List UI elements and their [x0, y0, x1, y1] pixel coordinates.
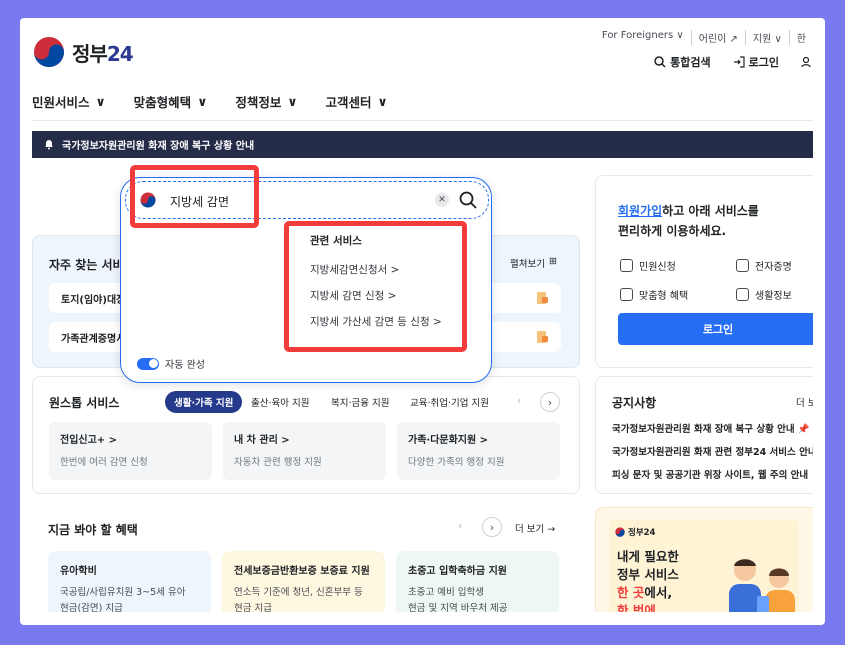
benefit-card-deposit-guarantee[interactable]: 전세보증금반환보증 보증료 지원 연소득 기준에 청년, 신혼부부 등 현금 지급: [222, 551, 385, 612]
envelope-icon: [620, 259, 633, 272]
main-navigation: 민원서비스 ∨ 맞춤형혜택 ∨ 정책정보 ∨ 고객센터 ∨: [32, 92, 388, 111]
quick-custom-benefits[interactable]: 맞춤형 혜택: [620, 287, 688, 302]
browser-frame: 정부24 For Foreigners ∨ 어린이 ↗ 지원 ∨ 한 통합검색 …: [20, 18, 825, 625]
prev-arrow-icon[interactable]: ‹: [517, 394, 521, 407]
benefits-title: 지금 봐야 할 혜택: [48, 523, 138, 537]
utility-foreigners[interactable]: For Foreigners ∨: [595, 30, 691, 45]
nav-divider: [32, 120, 813, 121]
search-input[interactable]: 지방세 감면 ✕: [125, 181, 489, 219]
tab-childbirth[interactable]: 출산·육아 지원: [251, 395, 309, 409]
promo-text: 내게 필요한 정부 서비스 한 곳에서, 한 번에: [617, 549, 679, 612]
page: 정부24 For Foreigners ∨ 어린이 ↗ 지원 ∨ 한 통합검색 …: [32, 30, 813, 612]
prev-arrow-icon[interactable]: ‹: [458, 519, 462, 532]
benefit-card-school-entry[interactable]: 초중고 입학축하금 지원 초중고 예비 입학생 현금 및 지역 바우처 제공: [396, 551, 559, 612]
user-plus-icon: [801, 56, 811, 68]
related-services-title: 관련 서비스: [310, 235, 362, 247]
promo-illustration: 정부24 내게 필요한 정부 서비스 한 곳에서, 한 번에: [609, 520, 799, 612]
taegeuk-logo-icon: [140, 192, 156, 208]
utility-kids[interactable]: 어린이 ↗: [690, 30, 745, 45]
taegeuk-logo-icon: [34, 37, 64, 67]
onestop-card-car[interactable]: 내 차 관리 > 자동차 관련 행정 지원: [223, 422, 386, 480]
member-message: 회원가입하고 아래 서비스를 편리하게 이용하세요.: [618, 204, 759, 238]
search-icon[interactable]: [458, 190, 478, 210]
gift-icon: [620, 288, 633, 301]
search-value: 지방세 감면: [170, 195, 230, 209]
benefits-section: 지금 봐야 할 혜택 ‹ › 더 보기 → 유아학비 국공립/사립유치원 3~5…: [32, 507, 580, 612]
chevron-right-icon: ›: [547, 395, 553, 409]
chevron-down-icon: ∨: [287, 94, 298, 109]
logo-text: 정부24: [72, 41, 134, 66]
header-login-button[interactable]: 로그인: [733, 54, 779, 70]
grid-icon: ⊞: [548, 256, 557, 267]
promo-logo: 정부24: [615, 526, 655, 538]
bookmark-icon: [736, 288, 749, 301]
clear-search-button[interactable]: ✕: [435, 193, 449, 207]
nav-customer-center[interactable]: 고객센터 ∨: [326, 92, 388, 111]
signup-link[interactable]: 회원가입: [618, 204, 662, 218]
related-item-local-tax-penalty-reduction[interactable]: 지방세 가산세 감면 등 신청 >: [310, 314, 442, 329]
notices-card: 공지사항 더 보 국가정보자원관리원 화재 장애 복구 상황 안내 📌 국가정보…: [595, 376, 813, 494]
onestop-title: 원스톱 서비스: [49, 396, 120, 410]
site-logo[interactable]: 정부24: [33, 36, 134, 68]
chevron-down-icon: ∨: [197, 94, 208, 109]
member-box: 회원가입하고 아래 서비스를 편리하게 이용하세요. 민원신청 전자증명 맞춤형…: [595, 175, 813, 368]
notices-title: 공지사항: [612, 396, 657, 410]
utility-support[interactable]: 지원 ∨: [744, 30, 789, 45]
close-icon: ✕: [438, 195, 446, 205]
tab-welfare-finance[interactable]: 복지·금융 지원: [331, 395, 389, 409]
quick-life-info[interactable]: 생활정보: [736, 287, 792, 302]
onestop-card-move-in[interactable]: 전입신고+ > 한번에 여러 감면 신청: [49, 422, 212, 480]
chevron-down-icon: ∨: [95, 94, 106, 109]
related-item-local-tax-reduction-form[interactable]: 지방세감면신청서 >: [310, 262, 399, 277]
autocomplete-toggle[interactable]: 자동 완성: [137, 356, 205, 371]
notices-more-link[interactable]: 더 보: [796, 395, 813, 409]
tab-life-family[interactable]: 생활·가족 지원: [165, 391, 243, 413]
quick-civil-application[interactable]: 민원신청: [620, 258, 676, 273]
tab-education-jobs[interactable]: 교육·취업·기업 지원: [410, 395, 489, 409]
document-icon: [537, 331, 548, 343]
integrated-search-button[interactable]: 통합검색: [654, 54, 711, 70]
next-button[interactable]: ›: [540, 392, 560, 412]
header-actions: 통합검색 로그인: [654, 54, 813, 70]
chevron-down-icon: ∨: [377, 94, 388, 109]
nav-civil-service[interactable]: 민원서비스 ∨: [32, 92, 106, 111]
toggle-switch: [137, 357, 159, 370]
utility-language[interactable]: 한: [788, 30, 813, 45]
frequent-services-title: 자주 찾는 서비: [49, 258, 124, 272]
onestop-card-family[interactable]: 가족·다문화지원 > 다양한 가족의 행정 지원: [397, 422, 560, 480]
nav-custom-benefits[interactable]: 맞춤형혜택 ∨: [134, 92, 208, 111]
onestop-services-card: 원스톱 서비스 생활·가족 지원 출산·육아 지원 복지·금융 지원 교육·취업…: [32, 376, 580, 494]
signup-button[interactable]: [801, 54, 813, 70]
benefits-more-link[interactable]: 더 보기 →: [515, 521, 555, 535]
search-dropdown-panel: 지방세 감면 ✕ 관련 서비스 지방세감면신청서 > 지방세 감면 신청 > 지…: [120, 177, 492, 383]
promo-banner[interactable]: 정부24 내게 필요한 정부 서비스 한 곳에서, 한 번에: [595, 507, 813, 612]
bell-icon: [45, 140, 53, 150]
notice-row[interactable]: 국가정보자원관리원 화재 관련 정부24 서비스 안내: [612, 444, 813, 458]
search-icon: [654, 56, 666, 68]
notice-row[interactable]: 피싱 문자 및 공공기관 위장 사이트, 웹 주의 안내: [612, 467, 808, 481]
login-icon: [733, 56, 745, 68]
expand-button[interactable]: 펼쳐보기 ⊞: [510, 256, 557, 270]
quick-e-certificate[interactable]: 전자증명: [736, 258, 792, 273]
document-icon: [537, 292, 548, 304]
chevron-right-icon: ›: [489, 520, 495, 534]
taegeuk-logo-icon: [615, 527, 625, 537]
notice-banner[interactable]: 국가정보자원관리원 화재 장애 복구 상황 안내: [32, 131, 813, 158]
benefit-card-kindergarten[interactable]: 유아학비 국공립/사립유치원 3~5세 유아 현금(감면) 지급: [48, 551, 211, 612]
people-illustration-icon: [729, 559, 795, 612]
nav-policy-info[interactable]: 정책정보 ∨: [235, 92, 297, 111]
notice-row[interactable]: 국가정보자원관리원 화재 장애 복구 상황 안내 📌: [612, 421, 810, 435]
utility-menu: For Foreigners ∨ 어린이 ↗ 지원 ∨ 한: [595, 30, 813, 45]
related-item-local-tax-reduction-apply[interactable]: 지방세 감면 신청 >: [310, 288, 396, 303]
id-card-icon: [736, 259, 749, 272]
benefits-next-button[interactable]: ›: [482, 517, 502, 537]
login-button[interactable]: 로그인: [618, 313, 813, 345]
